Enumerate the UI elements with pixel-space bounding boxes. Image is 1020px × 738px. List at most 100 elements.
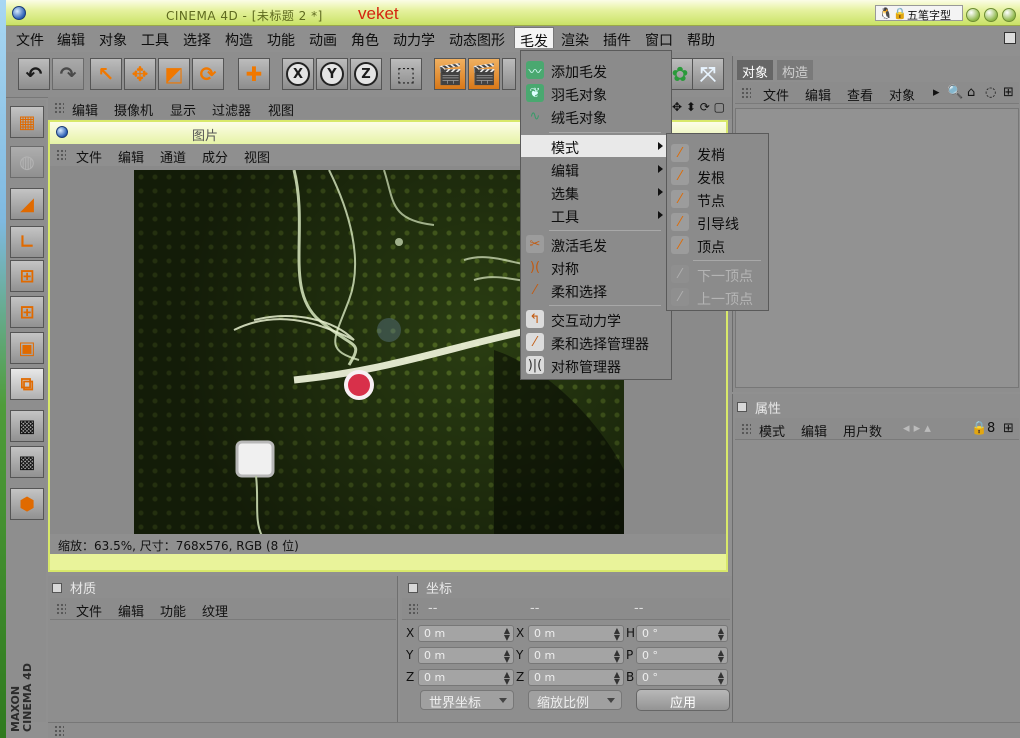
grip-handle[interactable] [56, 603, 66, 615]
pv-menu-view[interactable]: 视图 [244, 147, 270, 166]
menu-render[interactable]: 渲染 [561, 30, 589, 50]
minimize-button[interactable] [966, 8, 980, 22]
panel-toggle[interactable] [52, 583, 62, 593]
home-icon[interactable]: ⌂ [967, 85, 975, 100]
maximize-button[interactable] [984, 8, 998, 22]
hair-menu-mode[interactable]: 模式 [521, 135, 671, 157]
viewport-menu-camera[interactable]: 摄像机 [114, 100, 153, 119]
move-button[interactable]: ✥ [124, 58, 156, 90]
mm-menu-file[interactable]: 文件 [76, 601, 102, 620]
hair-menu-activate-hair[interactable]: ✂ 激活毛发 [521, 233, 671, 255]
hair-menu-symmetry-manager[interactable]: )|( 对称管理器 [521, 354, 671, 376]
stepper-icon[interactable]: ▲ ▼ [614, 671, 620, 686]
texture-axis-button[interactable]: ∟ [10, 226, 44, 258]
app-icon[interactable] [12, 6, 26, 20]
grip-handle[interactable] [54, 725, 64, 737]
ime-indicator[interactable]: 🐧 🔒 五笔字型 [875, 5, 963, 22]
pos-z-field[interactable]: 0 m ▲ ▼ [418, 669, 514, 686]
hair-menu-soft-selection-manager[interactable]: ⁄ 柔和选择管理器 [521, 331, 671, 353]
hair-menu-soft-selection[interactable]: ⁄ 柔和选择 [521, 279, 671, 302]
stepper-icon[interactable]: ▲ ▼ [718, 649, 724, 664]
tab-structure[interactable]: 构造 [777, 60, 814, 81]
stepper-icon[interactable]: ▲ ▼ [504, 671, 510, 686]
panel-toggle[interactable] [737, 402, 747, 412]
am-menu-user-data[interactable]: 用户数 [843, 421, 882, 440]
menu-functions[interactable]: 功能 [267, 30, 295, 50]
panel-toggle[interactable] [408, 583, 418, 593]
viewport-nav-icons[interactable]: ✥ ⬍ ⟳ ▢ [672, 100, 725, 114]
hair-menu-interactive-dynamics[interactable]: ↰ 交互动力学 [521, 308, 671, 330]
stepper-icon[interactable]: ▲ ▼ [504, 627, 510, 642]
menu-file[interactable]: 文件 [16, 30, 44, 50]
mode-guides[interactable]: ⁄ 引导线 [667, 211, 768, 233]
mode-vertex[interactable]: ⁄ 顶点 [667, 234, 768, 256]
pv-menu-file[interactable]: 文件 [76, 147, 102, 166]
stepper-icon[interactable]: ▲ ▼ [718, 627, 724, 642]
workplane-mode-button[interactable]: ▩ [10, 446, 44, 478]
scale-mode-select[interactable]: 缩放比例 [528, 690, 622, 711]
mm-menu-edit[interactable]: 编辑 [118, 601, 144, 620]
render-view-button[interactable]: 🎬 [434, 58, 466, 90]
om-menu-view[interactable]: 查看 [847, 85, 873, 104]
size-z-field[interactable]: 0 m ▲ ▼ [528, 669, 624, 686]
size-x-field[interactable]: 0 m ▲ ▼ [528, 625, 624, 642]
texture-mode-button[interactable]: ▩ [10, 410, 44, 442]
menu-help[interactable]: 帮助 [687, 30, 715, 50]
rot-b-field[interactable]: 0 ° ▲ ▼ [636, 669, 728, 686]
coordinate-system-button[interactable]: ⬚ [390, 58, 422, 90]
viewport-menu-edit[interactable]: 编辑 [72, 100, 98, 119]
world-axis-button[interactable]: ✚ [238, 58, 270, 90]
x-axis-lock-button[interactable]: X [282, 58, 314, 90]
object-list[interactable] [735, 108, 1019, 388]
mm-menu-function[interactable]: 功能 [160, 601, 186, 620]
am-menu-edit[interactable]: 编辑 [801, 421, 827, 440]
size-y-field[interactable]: 0 m ▲ ▼ [528, 647, 624, 664]
redo-button[interactable]: ↷ [52, 58, 84, 90]
hair-menu-edit[interactable]: 编辑 [521, 158, 671, 180]
viewport-menu-view[interactable]: 视图 [268, 100, 294, 119]
eye-icon[interactable]: ◌ [985, 85, 996, 100]
undo-button[interactable]: ↶ [18, 58, 50, 90]
pv-menu-component[interactable]: 成分 [202, 147, 228, 166]
menu-objects[interactable]: 对象 [99, 30, 127, 50]
menu-structure[interactable]: 构造 [225, 30, 253, 50]
lock-icon[interactable]: 🔒 [971, 421, 987, 436]
grip-handle[interactable] [56, 149, 66, 161]
menu-hair[interactable]: 毛发 [514, 27, 554, 50]
z-axis-lock-button[interactable]: Z [350, 58, 382, 90]
menu-character[interactable]: 角色 [351, 30, 379, 50]
apply-button[interactable]: 应用 [636, 689, 730, 711]
mode-tips[interactable]: ⁄ 发梢 [667, 142, 768, 164]
grip-handle[interactable] [741, 87, 751, 99]
add-panel-icon[interactable]: ⊞ [1003, 421, 1014, 436]
pv-menu-edit[interactable]: 编辑 [118, 147, 144, 166]
hair-menu-selection[interactable]: 选集 [521, 181, 671, 203]
menu-dynamics[interactable]: 动力学 [393, 30, 435, 50]
y-axis-lock-button[interactable]: Y [316, 58, 348, 90]
viewport-menu-filter[interactable]: 过滤器 [212, 100, 251, 119]
grip-handle[interactable] [741, 423, 751, 435]
hair-menu-add-hair[interactable]: 〰 添加毛发 [521, 59, 671, 81]
tab-objects[interactable]: 对象 [737, 60, 774, 81]
hair-menu-fur-object[interactable]: ∿ 绒毛对象 [521, 105, 671, 128]
layout-button[interactable]: ▦ [10, 106, 44, 138]
link-icon[interactable]: 8 [987, 421, 995, 436]
stepper-icon[interactable]: ▲ ▼ [614, 627, 620, 642]
model-mode-button[interactable]: ◍ [10, 146, 44, 178]
om-menu-file[interactable]: 文件 [763, 85, 789, 104]
edges-mode-button[interactable]: ⊞ [10, 296, 44, 328]
deformer-button[interactable]: ⤧ [692, 58, 724, 90]
object-axis-button[interactable]: ◢ [10, 188, 44, 220]
coordinate-mode-select[interactable]: 世界坐标 [420, 690, 514, 711]
mode-points[interactable]: ⁄ 节点 [667, 188, 768, 210]
viewport-menu-display[interactable]: 显示 [170, 100, 196, 119]
mm-menu-texture[interactable]: 纹理 [202, 601, 228, 620]
stepper-icon[interactable]: ▲ ▼ [718, 671, 724, 686]
restore-layout-icon[interactable] [1004, 32, 1016, 44]
stepper-icon[interactable]: ▲ ▼ [504, 649, 510, 664]
pv-menu-channel[interactable]: 通道 [160, 147, 186, 166]
grip-handle[interactable] [408, 603, 418, 615]
hair-menu-symmetry[interactable]: )( 对称 [521, 256, 671, 279]
hair-menu-feather-object[interactable]: ❦ 羽毛对象 [521, 82, 671, 104]
search-icon[interactable]: 🔍 [947, 85, 963, 100]
